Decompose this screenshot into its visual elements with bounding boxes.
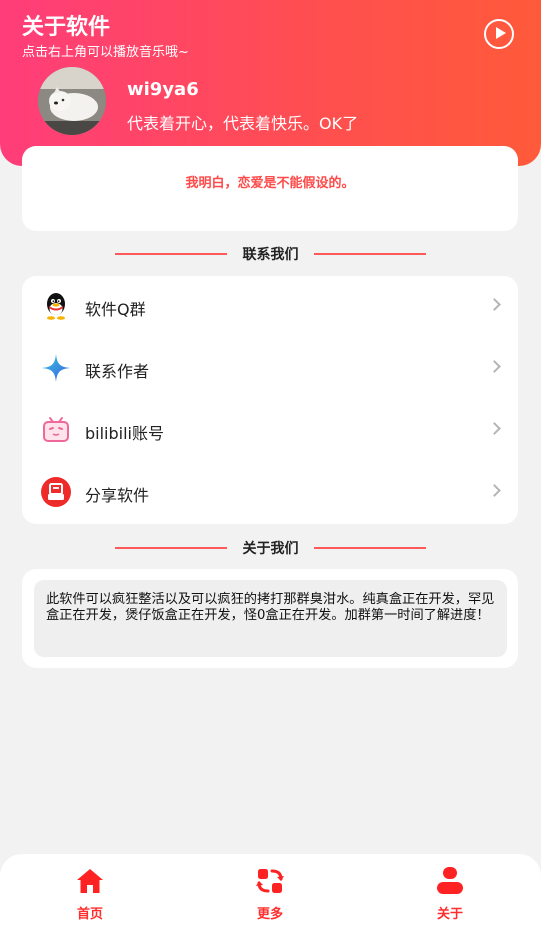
- dog-photo: [38, 67, 106, 135]
- tab-label: 首页: [76, 907, 103, 922]
- page-subtitle: 点击右上角可以播放音乐哦~: [22, 45, 189, 60]
- about-section-header: 关于我们: [0, 537, 541, 559]
- list-item-qq-group[interactable]: 软件Q群: [22, 276, 518, 338]
- list-item-label: 联系作者: [85, 362, 150, 381]
- quote-card: 我明白，恋爱是不能假设的。: [22, 146, 518, 231]
- tab-more[interactable]: 更多: [230, 866, 310, 926]
- chevron-right-icon: [488, 360, 501, 373]
- bilibili-tv-icon: [43, 417, 69, 442]
- chevron-right-icon: [488, 298, 501, 311]
- section-title: 联系我们: [242, 247, 299, 263]
- chevron-right-icon: [488, 422, 501, 435]
- list-item-label: 分享软件: [85, 486, 150, 505]
- tab-about[interactable]: 关于: [410, 866, 490, 926]
- tab-label: 关于: [436, 907, 463, 922]
- home-icon: [77, 869, 103, 893]
- list-item-share[interactable]: 分享软件: [22, 462, 518, 524]
- header: 关于软件 点击右上角可以播放音乐哦~ wi9ya6 代表着开心，代表着快乐。OK…: [0, 0, 541, 166]
- contact-list: 软件Q群 联系作者 bilibili账号 分享软件: [22, 276, 518, 524]
- about-text: 此软件可以疯狂整活以及可以疯狂的拷打那群臭泔水。纯真盒正在开发，罕见盒正在开发，…: [34, 580, 507, 657]
- chevron-right-icon: [488, 484, 501, 497]
- section-title: 关于我们: [242, 541, 299, 557]
- refresh-swap-icon: [256, 869, 284, 893]
- star-sparkle-icon: [42, 354, 70, 382]
- list-item-contact-author[interactable]: 联系作者: [22, 338, 518, 400]
- username: wi9ya6: [127, 79, 199, 100]
- profile-tagline: 代表着开心，代表着快乐。OK了: [127, 114, 359, 133]
- about-card: 此软件可以疯狂整活以及可以疯狂的拷打那群臭泔水。纯真盒正在开发，罕见盒正在开发，…: [22, 569, 518, 668]
- divider-line: [115, 253, 227, 255]
- share-icon: [41, 477, 71, 507]
- list-item-label: bilibili账号: [85, 424, 164, 443]
- contact-section-header: 联系我们: [0, 243, 541, 265]
- divider-line: [314, 547, 426, 549]
- tab-home[interactable]: 首页: [50, 866, 130, 926]
- quote-text: 我明白，恋爱是不能假设的。: [185, 176, 355, 191]
- list-item-label: 软件Q群: [85, 300, 146, 319]
- qq-penguin-icon: [47, 293, 65, 320]
- play-circle-icon[interactable]: [484, 19, 514, 49]
- divider-line: [314, 253, 426, 255]
- avatar[interactable]: [38, 67, 106, 135]
- user-icon: [437, 867, 463, 894]
- tab-label: 更多: [256, 907, 283, 922]
- divider-line: [115, 547, 227, 549]
- page-title: 关于软件: [22, 15, 111, 40]
- list-item-bilibili[interactable]: bilibili账号: [22, 400, 518, 462]
- bottom-nav: 首页 更多 关于: [0, 854, 541, 933]
